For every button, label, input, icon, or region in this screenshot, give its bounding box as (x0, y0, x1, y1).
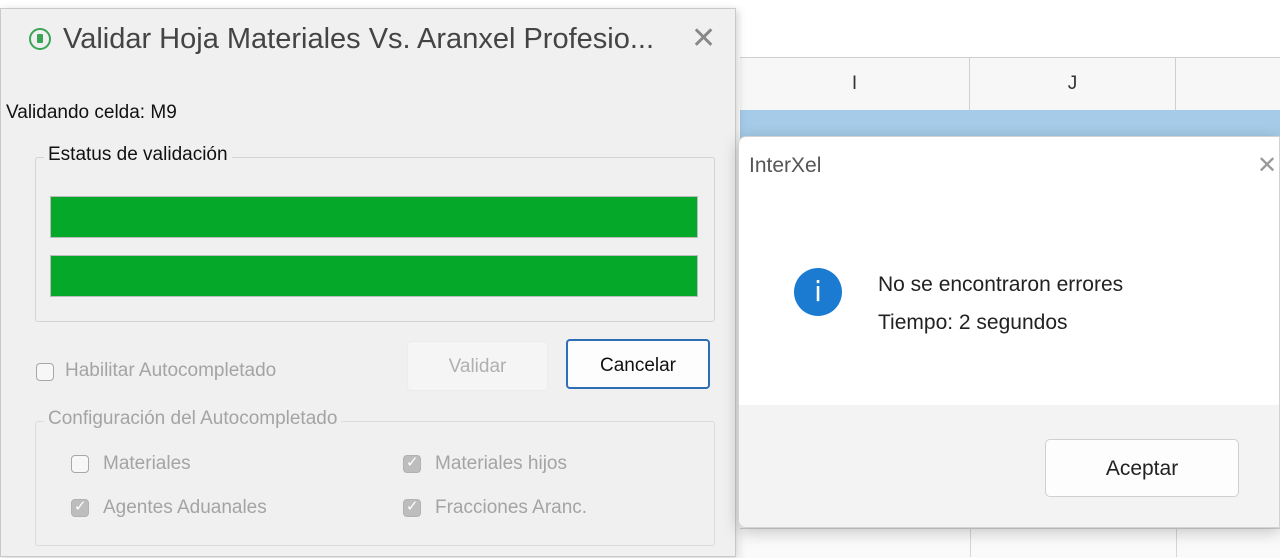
cancelar-button[interactable]: Cancelar (566, 339, 710, 389)
message-box-title: InterXel (749, 154, 822, 177)
aceptar-button[interactable]: Aceptar (1045, 439, 1239, 497)
status-group-label: Estatus de validación (44, 144, 232, 166)
grid-line (970, 528, 971, 557)
enable-autocomplete-checkbox[interactable] (36, 363, 54, 381)
column-header-J[interactable]: J (970, 58, 1176, 110)
close-icon[interactable]: ✕ (1257, 151, 1277, 180)
materiales-checkbox[interactable] (71, 455, 89, 473)
autocomplete-config-groupbox: Configuración del Autocompletado (35, 408, 715, 546)
materiales-label: Materiales (103, 453, 191, 474)
column-header-row: I J (740, 57, 1280, 111)
info-icon: i (794, 268, 842, 316)
validation-status-text: Validando celda: M9 (6, 102, 177, 123)
column-header-I[interactable]: I (740, 58, 970, 110)
validar-button[interactable]: Validar (407, 341, 548, 391)
agentes-aduanales-checkbox[interactable] (71, 497, 89, 517)
document-circle-icon (29, 28, 51, 50)
dialog-titlebar[interactable]: Validar Hoja Materiales Vs. Aranxel Prof… (1, 9, 735, 79)
grid-line (1176, 528, 1177, 557)
materiales-hijos-checkbox[interactable] (403, 453, 421, 473)
dialog-title: Validar Hoja Materiales Vs. Aranxel Prof… (63, 23, 655, 55)
validation-dialog: Validar Hoja Materiales Vs. Aranxel Prof… (0, 8, 736, 557)
agentes-aduanales-label: Agentes Aduanales (103, 497, 267, 518)
progress-bar (50, 255, 698, 297)
status-groupbox: Estatus de validación (35, 144, 715, 322)
materiales-hijos-label: Materiales hijos (435, 453, 567, 474)
message-line-1: No se encontraron errores (878, 273, 1124, 296)
grid-row (740, 528, 1280, 558)
progress-bar (50, 196, 698, 238)
enable-autocomplete-label: Habilitar Autocompletado (65, 360, 277, 381)
close-icon[interactable]: ✕ (691, 21, 716, 56)
progress-fill (51, 256, 697, 296)
message-line-2: Tiempo: 2 segundos (878, 311, 1068, 334)
progress-fill (51, 197, 697, 237)
fracciones-aranc-label: Fracciones Aranc. (435, 497, 588, 518)
config-group-label: Configuración del Autocompletado (44, 408, 342, 430)
column-header-next[interactable] (1176, 58, 1280, 110)
interxel-message-box: InterXel ✕ i No se encontraron errores T… (738, 136, 1280, 528)
fracciones-aranc-checkbox[interactable] (403, 497, 421, 517)
